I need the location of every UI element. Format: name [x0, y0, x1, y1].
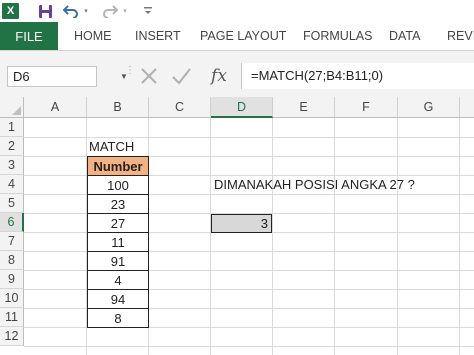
column-header-partial[interactable] — [460, 97, 474, 118]
cancel-icon[interactable] — [138, 66, 160, 87]
row-header-5[interactable]: 5 — [0, 194, 24, 213]
column-header-a[interactable]: A — [24, 97, 87, 118]
tab-page-layout[interactable]: PAGE LAYOUT — [200, 22, 286, 50]
row-header-6[interactable]: 6 — [0, 213, 24, 232]
tab-file[interactable]: FILE — [0, 22, 58, 50]
customize-toolbar-icon[interactable] — [142, 0, 154, 22]
name-box[interactable]: D6 — [7, 66, 97, 87]
worksheet-grid[interactable]: A B C D E F G 1 2 3 4 5 6 7 8 9 10 11 12… — [0, 97, 474, 355]
cell-b11[interactable]: 8 — [87, 309, 149, 328]
row-header-8[interactable]: 8 — [0, 251, 24, 270]
save-icon[interactable] — [36, 0, 54, 22]
column-header-e[interactable]: E — [273, 97, 335, 118]
gridline — [210, 118, 211, 355]
cell-b10[interactable]: 94 — [87, 290, 149, 309]
gridline — [334, 118, 335, 355]
insert-function-icon[interactable]: fx — [206, 64, 232, 88]
cell-b2[interactable]: MATCH — [87, 137, 149, 156]
tab-review[interactable]: REVIE — [447, 22, 474, 50]
ribbon-tabs: FILE HOME INSERT PAGE LAYOUT FORMULAS DA… — [0, 22, 474, 51]
gridline — [272, 118, 273, 355]
column-header-c[interactable]: C — [149, 97, 211, 118]
gridline — [397, 118, 398, 355]
tab-insert[interactable]: INSERT — [135, 22, 181, 50]
column-header-g[interactable]: G — [398, 97, 460, 118]
select-all-button[interactable] — [0, 97, 24, 118]
cell-b3-header[interactable]: Number — [87, 156, 149, 176]
tab-data[interactable]: DATA — [389, 22, 420, 50]
cell-b9[interactable]: 4 — [87, 271, 149, 290]
cell-b5[interactable]: 23 — [87, 195, 149, 214]
undo-icon[interactable] — [62, 0, 80, 22]
row-header-12[interactable]: 12 — [0, 327, 24, 346]
cell-b6[interactable]: 27 — [87, 214, 149, 233]
row-header-3[interactable]: 3 — [0, 156, 24, 175]
enter-icon[interactable] — [170, 66, 192, 87]
redo-icon[interactable] — [101, 0, 119, 22]
column-header-b[interactable]: B — [87, 97, 149, 118]
row-header-11[interactable]: 11 — [0, 308, 24, 327]
cell-b7[interactable]: 11 — [87, 233, 149, 252]
row-header-7[interactable]: 7 — [0, 232, 24, 251]
row-header-2[interactable]: 2 — [0, 137, 24, 156]
row-header-9[interactable]: 9 — [0, 270, 24, 289]
column-header-d[interactable]: D — [211, 97, 273, 118]
row-header-10[interactable]: 10 — [0, 289, 24, 308]
excel-logo-icon: X — [2, 3, 19, 19]
formula-bar-grip[interactable]: ⋮ — [125, 66, 135, 86]
gridline — [24, 346, 474, 347]
formula-input[interactable]: =MATCH(27;B4:B11;0) — [241, 63, 474, 89]
excel-logo-text: X — [6, 5, 15, 17]
cell-d4[interactable]: DIMANAKAH POSISI ANGKA 27 ? — [211, 175, 415, 194]
row-header-1[interactable]: 1 — [0, 118, 24, 137]
column-header-f[interactable]: F — [335, 97, 398, 118]
quick-access-toolbar: X ▾ ▾ — [0, 0, 474, 22]
row-header-4[interactable]: 4 — [0, 175, 24, 194]
tab-formulas[interactable]: FORMULAS — [303, 22, 372, 50]
cell-b4[interactable]: 100 — [87, 176, 149, 195]
tab-home[interactable]: HOME — [74, 22, 112, 50]
cell-d6-selected[interactable]: 3 — [211, 214, 272, 233]
undo-dropdown-icon[interactable]: ▾ — [82, 0, 90, 22]
redo-dropdown-icon[interactable]: ▾ — [121, 0, 129, 22]
gridline — [459, 118, 460, 355]
cell-b8[interactable]: 91 — [87, 252, 149, 271]
